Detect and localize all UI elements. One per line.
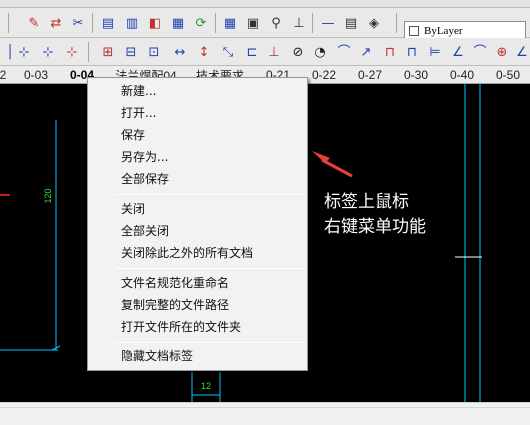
tolerance-icon[interactable]: ⊨ [425, 42, 445, 62]
leader-icon[interactable]: ↗ [356, 42, 376, 62]
tab-document[interactable]: 0-03 [14, 66, 58, 84]
aligned-dim-icon[interactable]: ⤡ [218, 42, 238, 62]
file-properties-icon[interactable]: ▥ [122, 13, 142, 33]
menu-separator [116, 194, 304, 195]
toolbar-top-strip [0, 0, 530, 8]
toolbar-separator [312, 13, 313, 33]
inquiry-icon[interactable]: ⚲ [266, 13, 286, 33]
annotation-line-2: 右键菜单功能 [324, 217, 426, 237]
menu-item-close[interactable]: 关闭 [121, 200, 145, 218]
baseline-dim-icon[interactable]: ⊥ [264, 42, 284, 62]
toolbar-separator [396, 13, 397, 33]
layer-select-value: ByLayer [424, 25, 463, 37]
diameter-dim-icon[interactable]: ⊘ [288, 42, 308, 62]
tab-document[interactable]: 2 [0, 66, 10, 84]
toolbar-separator [215, 13, 216, 33]
node-icon[interactable]: ⊹ [38, 42, 58, 62]
frame-icon[interactable]: ⊞ [98, 42, 118, 62]
tab-document[interactable]: 0-50 [488, 66, 528, 84]
match-properties-icon[interactable]: ⇄ [46, 13, 66, 33]
tab-document[interactable]: 0-30 [396, 66, 436, 84]
annotation-arrow-icon [321, 158, 353, 178]
layer-manager-icon[interactable]: ◈ [364, 13, 384, 33]
menu-item-save[interactable]: 保存 [121, 126, 145, 144]
line-icon[interactable]: — [318, 13, 338, 33]
table-frame-icon[interactable]: ⊡ [144, 42, 164, 62]
annotation-callout: 标签上鼠标 右键菜单功能 [324, 190, 426, 240]
vertical-dim-icon[interactable]: ↕ [194, 42, 214, 62]
menu-item-hide-tabs[interactable]: 隐藏文档标签 [121, 347, 193, 365]
dimension-toolbar: │ ⊹ ⊹ ⊹ ⊞ ⊟ ⊡ ↔ ↕ ⤡ ⊏ ⊥ ⊘ ◔ ⌒ ↗ ⊓ ⊓ ⊨ ∠ … [0, 38, 530, 66]
cad-window: ✎ ⇄ ✂ ▤ ▥ ◧ ▦ ⟳ ▦ ▣ ⚲ ⊥ — ▤ ◈ ByLayer │ … [0, 0, 530, 425]
menu-item-save-all[interactable]: 全部保存 [121, 170, 169, 188]
ruler-icon[interactable]: ⊥ [289, 13, 309, 33]
layer-icon[interactable]: ▣ [243, 13, 263, 33]
horizontal-dim-icon[interactable]: ↔ [170, 42, 190, 62]
status-divider [0, 407, 530, 408]
tab-context-menu: 新建... 打开... 保存 另存为... 全部保存 关闭 全部关闭 关闭除此之… [87, 77, 308, 371]
angle-dim-icon[interactable]: ∠ [448, 42, 468, 62]
tab-document[interactable]: 0-27 [350, 66, 390, 84]
dimension-text-horizontal: 12 [201, 381, 211, 391]
menu-item-open[interactable]: 打开... [121, 104, 156, 122]
brush-icon[interactable]: ✎ [24, 13, 44, 33]
ordinate-dim-icon[interactable]: ⊏ [242, 42, 262, 62]
annotation-line-1: 标签上鼠标 [324, 192, 409, 212]
toolbar-separator [8, 13, 9, 33]
title-block-icon[interactable]: ⊟ [121, 42, 141, 62]
continue-dim-icon[interactable]: ⊓ [380, 42, 400, 62]
tab-document[interactable]: 0-40 [442, 66, 482, 84]
dimension-text-vertical: 120 [43, 188, 53, 203]
menu-item-save-as[interactable]: 另存为... [121, 148, 168, 166]
menu-item-close-others[interactable]: 关闭除此之外的所有文档 [121, 244, 253, 262]
hatch-icon[interactable]: ▤ [341, 13, 361, 33]
block-insert-icon[interactable]: ▤ [98, 13, 118, 33]
arc-length-icon[interactable]: ⌒ [470, 42, 490, 62]
center-mark-icon[interactable]: ⊕ [492, 42, 512, 62]
menu-separator [116, 342, 304, 343]
node-red-icon[interactable]: ⊹ [62, 42, 82, 62]
color-swatch [409, 26, 419, 36]
refresh-icon[interactable]: ⟳ [191, 13, 211, 33]
toolbar-separator [88, 42, 89, 62]
menu-separator [116, 268, 304, 269]
more-tools-icon[interactable]: ∠ [512, 42, 530, 62]
menu-item-copy-path[interactable]: 复制完整的文件路径 [121, 296, 229, 314]
menu-item-open-folder[interactable]: 打开文件所在的文件夹 [121, 318, 241, 336]
arc-dim-icon[interactable]: ⌒ [334, 42, 354, 62]
quick-dim-icon[interactable]: ⊓ [402, 42, 422, 62]
status-bar [0, 402, 530, 425]
table-icon[interactable]: ▦ [168, 13, 188, 33]
snap-icon[interactable]: ⊹ [14, 42, 34, 62]
menu-item-rename[interactable]: 文件名规范化重命名 [121, 274, 229, 292]
standard-toolbar: ✎ ⇄ ✂ ▤ ▥ ◧ ▦ ⟳ ▦ ▣ ⚲ ⊥ — ▤ ◈ ByLayer [0, 8, 530, 41]
tab-document[interactable]: 0-22 [304, 66, 344, 84]
grid-table-icon[interactable]: ▦ [220, 13, 240, 33]
menu-item-new[interactable]: 新建... [121, 82, 156, 100]
menu-item-close-all[interactable]: 全部关闭 [121, 222, 169, 240]
radius-dim-icon[interactable]: ◔ [310, 42, 330, 62]
toolbar-separator [92, 13, 93, 33]
copy-block-icon[interactable]: ◧ [145, 13, 165, 33]
scissors-icon[interactable]: ✂ [68, 13, 88, 33]
